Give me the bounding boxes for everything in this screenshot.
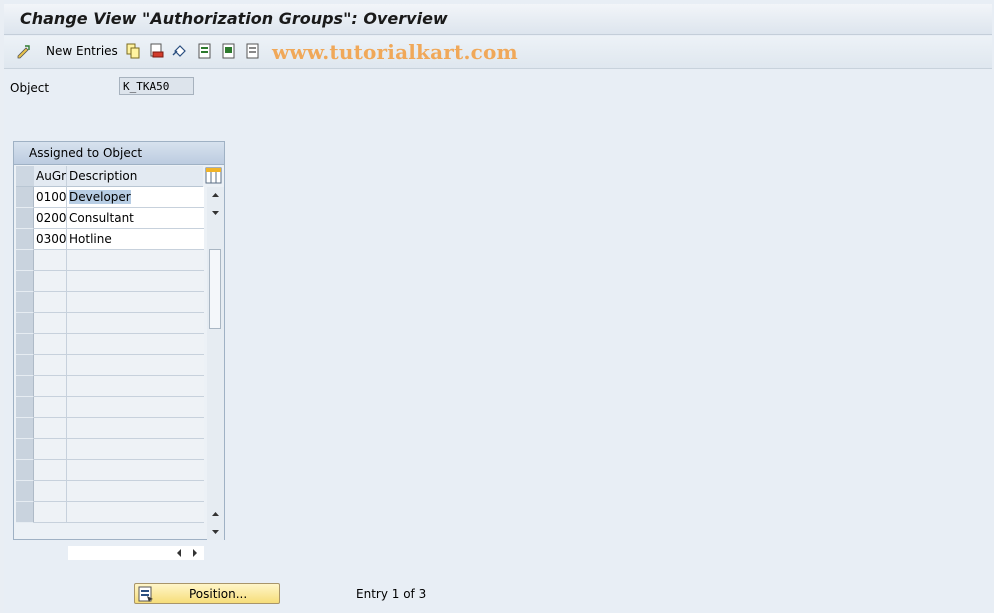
position-button[interactable]: Position... — [134, 583, 280, 604]
table-row[interactable]: 0100 Developer — [16, 187, 204, 208]
table-title-bar: Assigned to Object — [14, 142, 224, 165]
scrollbar-thumb[interactable] — [209, 249, 221, 329]
scroll-up-icon[interactable] — [207, 187, 224, 204]
table-row[interactable] — [16, 460, 204, 481]
table-row[interactable] — [16, 250, 204, 271]
cell-augr[interactable]: 0100 — [34, 187, 67, 208]
assigned-table-panel: Assigned to Object AuGr Description 0100… — [13, 141, 225, 560]
table-row[interactable]: 0200 Consultant — [16, 208, 204, 229]
cell-augr — [34, 271, 67, 292]
cell-augr[interactable]: 0200 — [34, 208, 67, 229]
table-row[interactable] — [16, 334, 204, 355]
cell-augr — [34, 397, 67, 418]
cell-augr — [34, 481, 67, 502]
cell-augr — [34, 376, 67, 397]
row-selector[interactable] — [16, 208, 34, 229]
new-entries-button[interactable]: New Entries — [46, 44, 118, 58]
table-row[interactable] — [16, 418, 204, 439]
cell-description — [67, 376, 204, 397]
page-title: Change View "Authorization Groups": Over… — [20, 9, 448, 28]
select-all-icon[interactable] — [197, 43, 213, 59]
cell-description[interactable]: Consultant — [67, 208, 204, 229]
horizontal-scrollbar[interactable] — [68, 546, 204, 560]
select-block-icon[interactable] — [221, 43, 237, 59]
row-selector[interactable] — [16, 250, 34, 271]
copy-icon[interactable] — [125, 43, 141, 59]
cell-description — [67, 439, 204, 460]
cell-description — [67, 502, 204, 523]
cell-description[interactable]: Hotline — [67, 229, 204, 250]
column-header-description[interactable]: Description — [67, 166, 203, 187]
table-row[interactable] — [16, 313, 204, 334]
cell-augr — [34, 313, 67, 334]
row-selector[interactable] — [16, 313, 34, 334]
row-selector[interactable] — [16, 355, 34, 376]
cell-description — [67, 481, 204, 502]
table-row[interactable] — [16, 481, 204, 502]
row-selector[interactable] — [16, 229, 34, 250]
row-selector[interactable] — [16, 334, 34, 355]
row-selector[interactable] — [16, 502, 34, 523]
cell-augr[interactable]: 0300 — [34, 229, 67, 250]
entry-counter: Entry 1 of 3 — [356, 587, 427, 601]
table-row[interactable] — [16, 376, 204, 397]
scroll-page-down-icon[interactable] — [207, 204, 224, 221]
cell-augr — [34, 250, 67, 271]
scroll-left-icon[interactable] — [172, 546, 186, 560]
row-selector[interactable] — [16, 271, 34, 292]
scroll-right-icon[interactable] — [188, 546, 202, 560]
row-selector[interactable] — [16, 439, 34, 460]
table-row[interactable] — [16, 355, 204, 376]
row-selector[interactable] — [16, 481, 34, 502]
cell-augr — [34, 334, 67, 355]
cell-description — [67, 460, 204, 481]
column-header-augr[interactable]: AuGr — [34, 166, 67, 187]
object-label: Object — [10, 81, 50, 95]
cell-description — [67, 292, 204, 313]
delete-icon[interactable] — [149, 43, 165, 59]
row-selector[interactable] — [16, 397, 34, 418]
table-row[interactable] — [16, 502, 204, 523]
cell-description — [67, 271, 204, 292]
table-row[interactable] — [16, 397, 204, 418]
cell-augr — [34, 439, 67, 460]
deselect-all-icon[interactable] — [245, 43, 261, 59]
watermark-text: www.tutorialkart.com — [272, 40, 518, 64]
application-toolbar: New Entries www.tutorialkart.com — [4, 36, 992, 69]
title-bar: Change View "Authorization Groups": Over… — [4, 4, 992, 35]
cell-description — [67, 313, 204, 334]
table-row[interactable] — [16, 271, 204, 292]
cell-augr — [34, 355, 67, 376]
table-row[interactable] — [16, 292, 204, 313]
row-selector[interactable] — [16, 460, 34, 481]
row-selector[interactable] — [16, 376, 34, 397]
cell-augr — [34, 502, 67, 523]
cell-augr — [34, 292, 67, 313]
position-icon — [138, 586, 153, 602]
table-title: Assigned to Object — [29, 146, 143, 160]
scroll-page-up-icon[interactable] — [207, 506, 224, 523]
table-settings-icon[interactable] — [205, 167, 222, 184]
cell-description — [67, 250, 204, 271]
vertical-scrollbar[interactable] — [207, 187, 224, 540]
cell-description[interactable]: Developer — [67, 187, 204, 208]
undo-icon[interactable] — [172, 43, 188, 59]
cell-augr — [34, 418, 67, 439]
row-selector[interactable] — [16, 418, 34, 439]
cell-description — [67, 334, 204, 355]
table-row[interactable] — [16, 439, 204, 460]
select-all-rows-button[interactable] — [16, 166, 35, 187]
cell-description — [67, 355, 204, 376]
position-button-label: Position... — [189, 587, 248, 601]
row-selector[interactable] — [16, 292, 34, 313]
display-change-icon[interactable] — [16, 43, 32, 59]
table-row[interactable]: 0300 Hotline — [16, 229, 204, 250]
object-field: K_TKA50 — [119, 77, 194, 95]
cell-augr — [34, 460, 67, 481]
cell-description — [67, 397, 204, 418]
scroll-down-icon[interactable] — [207, 523, 224, 540]
cell-description — [67, 418, 204, 439]
row-selector[interactable] — [16, 187, 34, 208]
